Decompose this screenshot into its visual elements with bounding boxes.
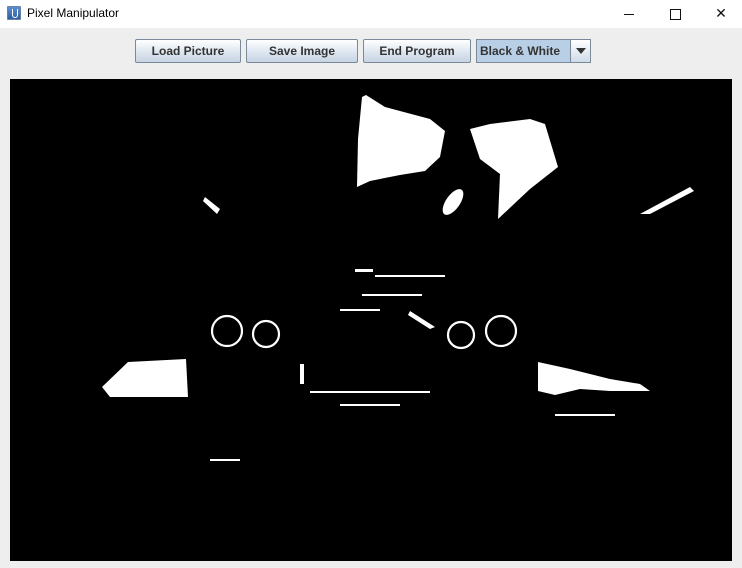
minimize-icon bbox=[624, 13, 634, 15]
processed-image bbox=[10, 79, 732, 561]
save-image-button[interactable]: Save Image bbox=[246, 39, 358, 63]
load-picture-button[interactable]: Load Picture bbox=[135, 39, 241, 63]
maximize-icon bbox=[669, 8, 681, 20]
close-button[interactable]: ✕ bbox=[698, 0, 742, 28]
window-title: Pixel Manipulator bbox=[27, 6, 120, 20]
filter-select[interactable]: Black & White bbox=[476, 39, 591, 63]
end-program-button[interactable]: End Program bbox=[363, 39, 471, 63]
close-icon: ✕ bbox=[715, 6, 727, 22]
chevron-down-icon bbox=[575, 48, 586, 54]
filter-dropdown-button[interactable] bbox=[570, 40, 590, 62]
image-canvas bbox=[10, 79, 732, 561]
title-bar[interactable]: Pixel Manipulator ✕ bbox=[0, 0, 742, 28]
java-cup-icon bbox=[7, 6, 21, 20]
filter-selected-value: Black & White bbox=[480, 44, 561, 58]
maximize-button[interactable] bbox=[652, 0, 698, 28]
minimize-button[interactable] bbox=[606, 0, 652, 28]
